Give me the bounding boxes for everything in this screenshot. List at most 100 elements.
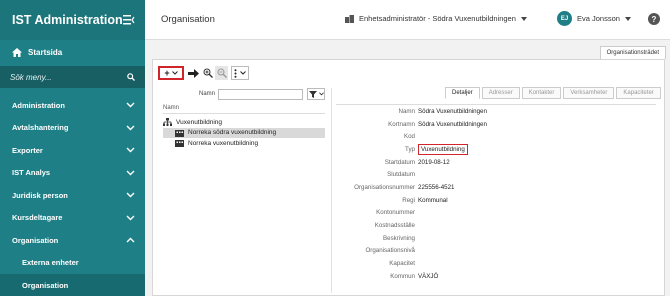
detail-row-regi: Regi Kommunal [336,194,656,207]
detail-label: Kapacitet [389,260,415,268]
move-button[interactable] [187,66,200,80]
detail-row-kapacitet: Kapacitet [336,257,656,270]
detail-tabs: Detaljer Adresser Kontakter Verksamheter… [445,87,663,99]
building-icon [175,129,184,137]
role-selector[interactable]: Enhetsadministratör - Södra Vuxenutbildn… [345,14,532,23]
content-area: Organisationsträdet + Namn Namn Vuxenutb… [145,40,670,296]
sidebar-item-organisation[interactable]: Organisation [0,229,145,252]
detail-row-organisationsnummer: Organisationsnummer 225556-4521 [336,181,656,194]
tree-row[interactable]: Norreka vuxenutbildning [163,138,325,149]
home-link[interactable]: Startsida [0,42,145,62]
caret-down-icon [624,16,631,21]
filter-button[interactable] [307,88,325,100]
sidebar-item-administration[interactable]: Administration [0,94,145,117]
tree-column-header: Namn [163,105,325,114]
sidebar-subitem-organisation[interactable]: Organisation [0,274,145,296]
more-vertical-icon [234,68,237,78]
name-filter-label: Namn [199,91,216,97]
detail-row-kontonummer: Kontonummer [336,207,656,220]
detail-row-kommun: Kommun VÄXJÖ [336,270,656,283]
sidebar-item-label: Juridisk person [12,190,68,200]
app-header: IST Administration [0,0,145,40]
detail-value: 2019-08-12 [418,158,450,166]
detail-row-kostnadsstalle: Kostnadsställe [336,219,656,232]
arrow-right-icon [188,68,199,78]
detail-row-kortnamn: Kortnamn Södra Vuxenutbildningen [336,118,656,131]
sidebar-item-label: Kursdeltagare [12,213,63,223]
detail-row-beskrivning: Beskrivning [336,232,656,245]
tree-row-label: Norreka södra vuxenutbildning [188,129,277,137]
sidebar-item-juridisk-person[interactable]: Juridisk person [0,184,145,207]
hierarchy-icon [163,118,172,127]
sidebar-item-label: Organisation [12,235,59,245]
zoom-in-button[interactable] [201,66,214,80]
user-menu[interactable]: EJ Eva Jonsson [557,11,631,26]
detail-value: Södra Vuxenutbildningen [418,120,487,128]
app-title: IST Administration [12,13,123,27]
chevron-down-icon [126,147,135,153]
detail-label: Beskrivning [383,234,415,242]
caret-down-icon [520,16,527,21]
zoom-in-icon [203,68,213,78]
sidebar-item-kursdeltagare[interactable]: Kursdeltagare [0,207,145,230]
sidebar-item-exporter[interactable]: Exporter [0,139,145,162]
detail-label: Kostnadsställe [374,222,415,230]
role-label: Enhetsadministratör - Södra Vuxenutbildn… [359,14,516,23]
chevron-down-icon [126,102,135,108]
menu-search[interactable]: Sök meny... [0,66,145,88]
detail-value: Kommunal [418,196,448,204]
chevron-down-icon [126,215,135,221]
page-title: Organisation [161,14,215,25]
topbar: Organisation Enhetsadministratör - Södra… [145,0,670,40]
sidebar: IST Administration Startsida Sök meny...… [0,0,145,296]
home-label: Startsida [28,47,63,57]
sidebar-item-label: IST Analys [12,168,51,178]
detail-label: Startdatum [384,158,415,166]
detail-label: Kod [403,133,415,141]
tab-kapaciteter[interactable]: Kapaciteter [616,87,661,99]
organisation-panel: + Namn Namn Vuxenutbildning Norreka södr… [152,59,665,296]
tab-kontakter[interactable]: Kontakter [521,87,562,99]
tree-row[interactable]: Norreka södra vuxenutbildning [163,127,325,138]
filter-icon [308,90,317,98]
tab-detaljer[interactable]: Detaljer [445,87,480,99]
more-options-button[interactable] [231,66,249,80]
detail-row-startdatum: Startdatum 2019-08-12 [336,156,656,169]
detail-label: Regi [402,196,415,204]
search-icon[interactable] [127,73,135,81]
detail-label: Namn [398,107,415,115]
detail-row-typ: Typ Vuxenutbildning [336,143,656,156]
name-filter-input[interactable] [218,89,303,100]
tab-adresser[interactable]: Adresser [481,87,520,99]
sidebar-item-label: Exporter [12,145,43,155]
tree-row-label: Norreka vuxenutbildning [188,139,259,147]
chevron-down-icon [126,192,135,198]
sidebar-item-avtalshantering[interactable]: Avtalshantering [0,117,145,140]
add-button[interactable]: + [158,66,184,80]
help-icon[interactable]: ? [648,13,660,25]
detail-label: Organisationsnivå [365,247,415,255]
detail-label: Slutdatum [387,171,415,179]
tree-toolbar: + [158,66,252,80]
menu-search-input[interactable]: Sök meny... [10,73,52,82]
details-list: Namn Södra Vuxenutbildningen Kortnamn Södr… [336,104,656,283]
detail-label: Typ [405,145,415,153]
panel-divider [331,88,332,293]
tree-row[interactable]: Vuxenutbildning [163,117,325,128]
zoom-out-icon [217,68,227,78]
sidebar-item-ist-analys[interactable]: IST Analys [0,162,145,185]
tab-organisationstradet[interactable]: Organisationsträdet [599,46,666,59]
detail-label: Kontonummer [376,209,415,217]
sidebar-subitem-externa-enheter[interactable]: Externa enheter [0,252,145,275]
detail-value: Vuxenutbildning [418,143,468,155]
detail-value: VÄXJÖ [418,272,439,280]
chevron-down-icon [240,71,246,75]
detail-row-kod: Kod [336,130,656,143]
tab-verksamheter[interactable]: Verksamheter [563,87,615,99]
collapse-menu-icon[interactable] [123,15,135,25]
sidebar-item-label: Avtalshantering [12,123,69,133]
home-icon [12,47,22,57]
detail-label: Organisationsnummer [354,183,415,191]
zoom-out-button[interactable] [215,66,228,80]
detail-row-namn: Namn Södra Vuxenutbildningen [336,105,656,118]
